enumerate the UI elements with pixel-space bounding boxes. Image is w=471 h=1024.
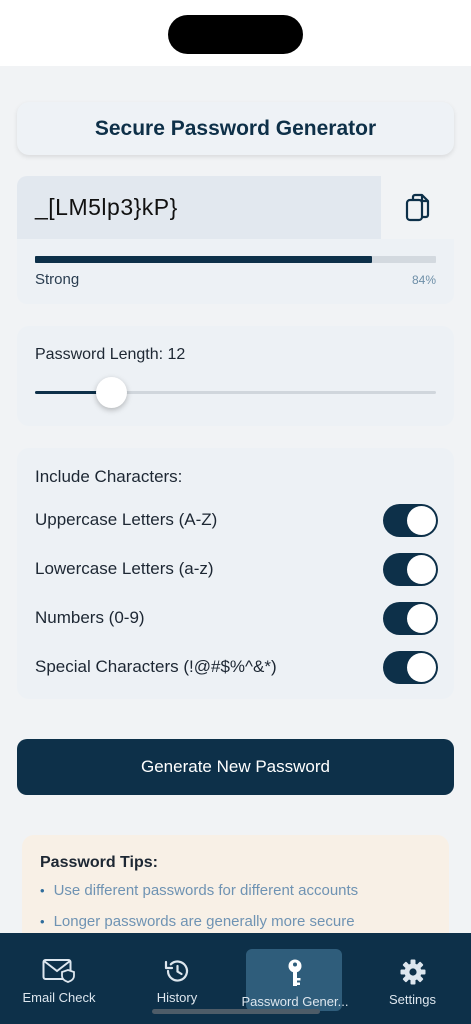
tips-heading: Password Tips:: [40, 854, 158, 871]
key-icon: [288, 959, 302, 986]
numbers-toggle[interactable]: [383, 601, 438, 635]
character-options-card: Include Characters: Uppercase Letters (A…: [17, 448, 454, 699]
tab-label: Settings: [389, 992, 436, 1007]
generate-password-button[interactable]: Generate New Password: [17, 739, 454, 795]
history-icon: [164, 960, 189, 982]
tip-item: Use different passwords for different ac…: [40, 881, 359, 912]
length-slider-thumb[interactable]: [96, 377, 128, 408]
option-lowercase: Lowercase Letters (a-z): [35, 552, 438, 586]
tab-email-check[interactable]: Email Check: [0, 933, 118, 1024]
page-title: Secure Password Generator: [94, 116, 377, 140]
copy-icon: [405, 193, 429, 221]
special-toggle[interactable]: [383, 650, 438, 684]
email-shield-icon: [42, 959, 75, 983]
lowercase-toggle[interactable]: [383, 552, 438, 586]
length-slider[interactable]: [35, 377, 436, 408]
status-bar: [0, 0, 471, 66]
tab-label: Email Check: [22, 990, 96, 1005]
option-label: Lowercase Letters (a-z): [35, 559, 214, 578]
header-card: Secure Password Generator: [17, 102, 454, 155]
strength-bar-fill: [35, 256, 372, 263]
tab-label: History: [156, 990, 198, 1005]
length-card: Password Length: 12: [17, 326, 454, 426]
tab-label: Password Gener...: [241, 994, 349, 1009]
toggle-knob: [407, 505, 436, 535]
length-label: Password Length: 12: [35, 346, 186, 363]
option-special: Special Characters (!@#$%^&*): [35, 650, 438, 684]
option-label: Uppercase Letters (A-Z): [35, 510, 218, 529]
copy-button[interactable]: [381, 176, 454, 239]
option-label: Numbers (0-9): [35, 608, 145, 627]
strength-label: Strong: [35, 271, 80, 288]
toggle-knob: [407, 603, 436, 633]
password-display[interactable]: _[LM5lp3}kP}: [17, 176, 381, 239]
toggle-knob: [407, 554, 436, 584]
character-options-heading: Include Characters:: [35, 467, 183, 486]
home-indicator: [152, 1009, 320, 1014]
tab-settings[interactable]: Settings: [354, 933, 471, 1024]
uppercase-toggle[interactable]: [383, 503, 438, 537]
gear-icon: [400, 959, 425, 985]
toggle-knob: [407, 652, 436, 682]
generated-password: _[LM5lp3}kP}: [35, 194, 178, 220]
strength-percent: 84%: [411, 273, 436, 287]
option-label: Special Characters (!@#$%^&*): [35, 657, 277, 676]
strength-meter: Strong 84%: [17, 239, 454, 304]
dynamic-island: [168, 15, 303, 54]
strength-bar: [35, 256, 436, 263]
option-numbers: Numbers (0-9): [35, 601, 438, 635]
option-uppercase: Uppercase Letters (A-Z): [35, 503, 438, 537]
